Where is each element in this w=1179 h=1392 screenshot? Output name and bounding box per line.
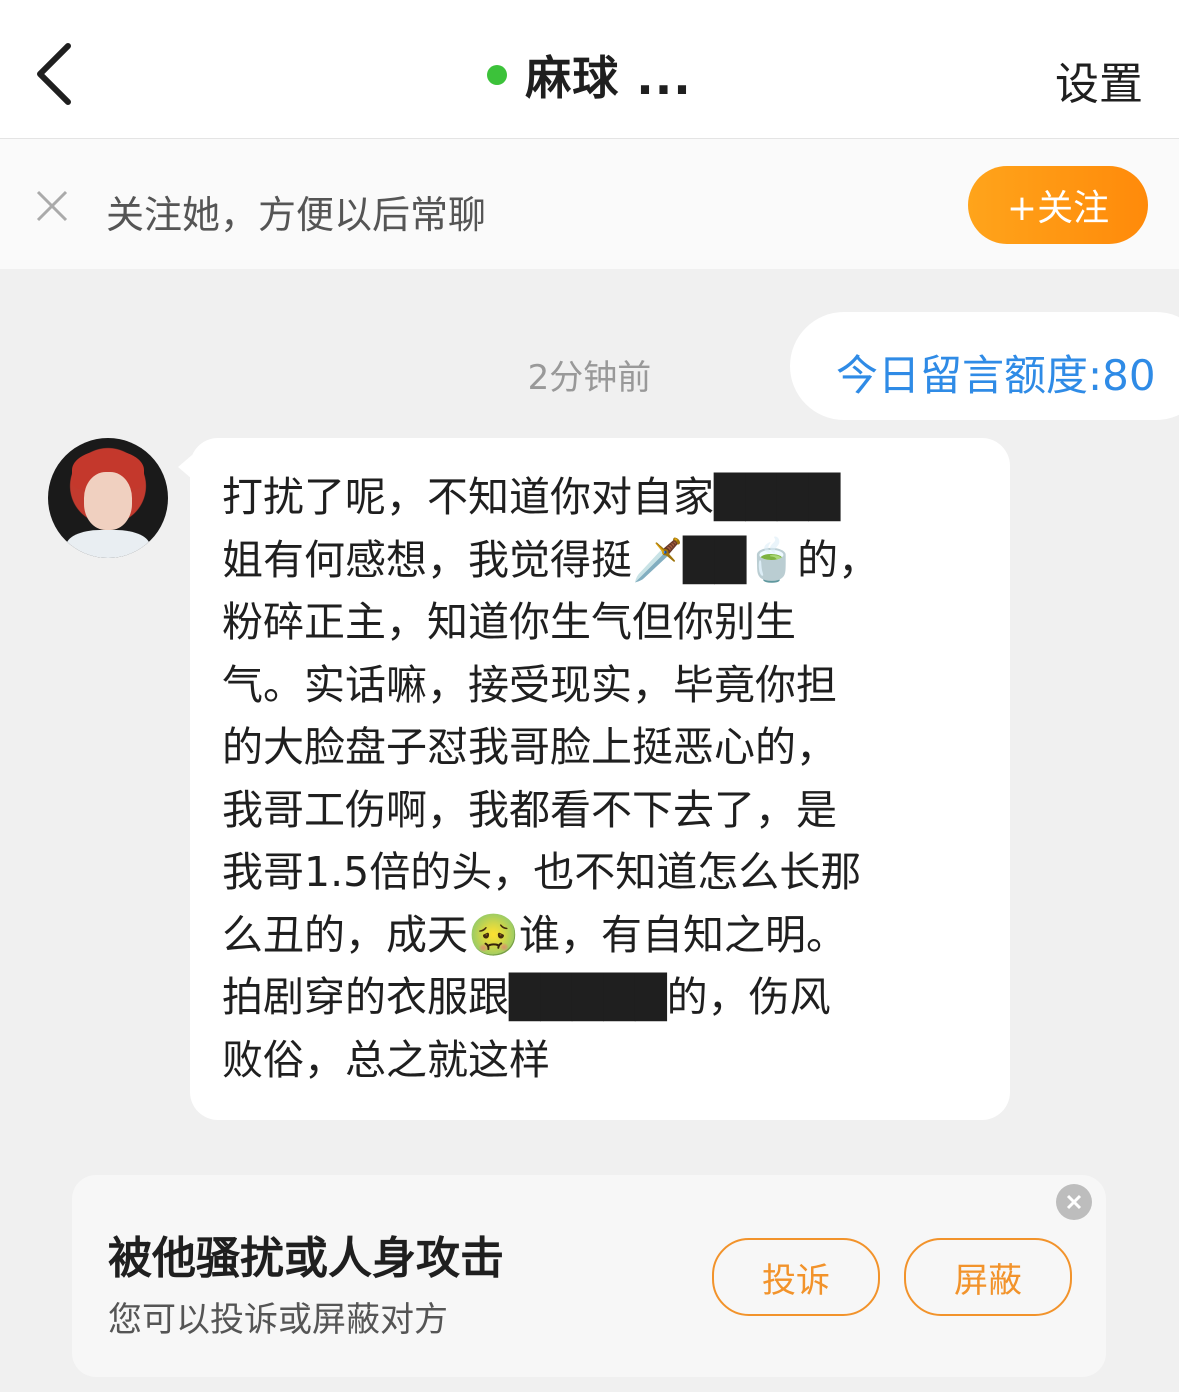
- message-timestamp: 2分钟前: [527, 358, 652, 398]
- avatar-shirt: [66, 530, 150, 558]
- avatar[interactable]: [48, 438, 168, 558]
- close-icon[interactable]: [34, 188, 70, 224]
- message-text: 打扰了呢，不知道你对自家████ 姐有何感想，我觉得挺🗡️██🍵的， 粉碎正主，…: [222, 473, 880, 1084]
- block-button[interactable]: 屏蔽: [904, 1238, 1072, 1316]
- close-icon[interactable]: [1056, 1184, 1092, 1220]
- report-title: 被他骚扰或人身攻击: [108, 1233, 504, 1284]
- chat-title-area: 麻球 ...: [0, 40, 1179, 110]
- avatar-face: [84, 472, 132, 530]
- follow-prompt: 关注她，方便以后常聊: [106, 193, 487, 237]
- chat-title: 麻球 ...: [525, 42, 691, 108]
- chat-title-text: 麻球 ...: [525, 51, 692, 105]
- settings-button[interactable]: 设置: [1055, 48, 1143, 112]
- online-status-icon: [487, 65, 508, 85]
- complain-button[interactable]: 投诉: [712, 1238, 880, 1316]
- report-subtitle: 您可以投诉或屏蔽对方: [108, 1300, 448, 1340]
- follow-button[interactable]: +关注: [968, 166, 1148, 244]
